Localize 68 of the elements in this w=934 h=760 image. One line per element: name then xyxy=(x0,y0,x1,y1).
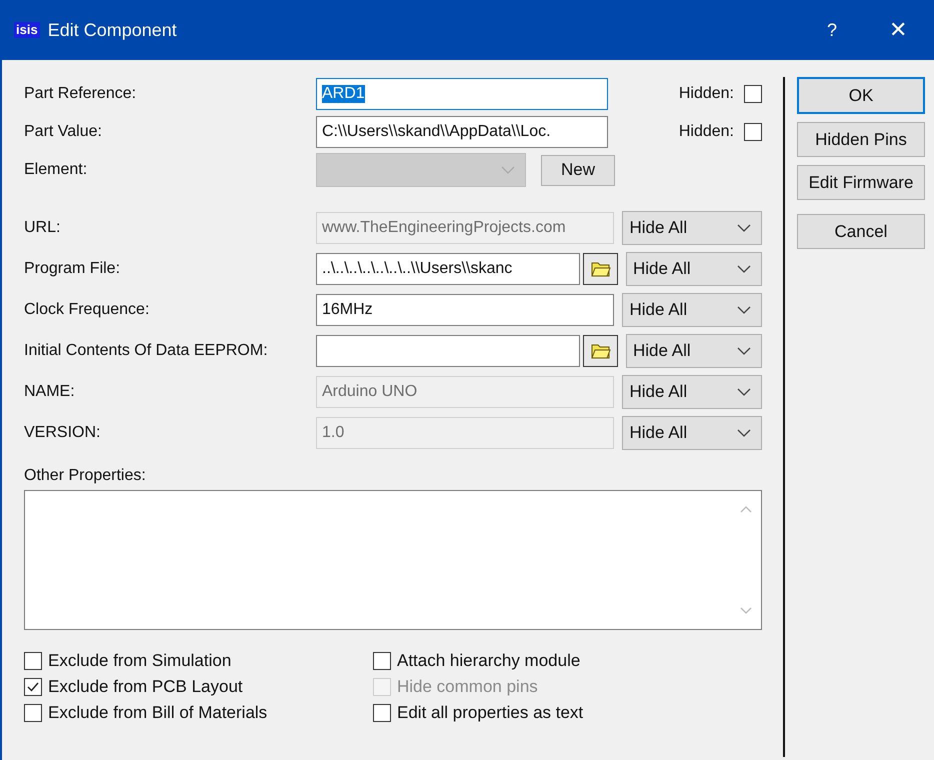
field-label: Program File: xyxy=(24,260,122,278)
field-label: Element: xyxy=(24,161,88,179)
chevron-down-icon xyxy=(737,346,751,354)
checkbox-label: Edit all properties as text xyxy=(397,703,584,723)
close-button[interactable]: ✕ xyxy=(862,17,934,43)
file-path-field[interactable]: ..\..\..\..\..\..\..\\Users\\skanc xyxy=(316,252,580,284)
field-label: Part Reference: xyxy=(24,85,138,103)
checkbox-label: Exclude from Simulation xyxy=(48,651,232,671)
chevron-down-icon xyxy=(737,306,751,314)
checkbox[interactable] xyxy=(744,123,762,141)
scroll-up-icon xyxy=(740,505,752,513)
dialog-button[interactable]: Hidden Pins xyxy=(797,122,925,157)
checkbox[interactable] xyxy=(24,652,42,670)
text-field[interactable]: C:\\Users\\skand\\AppData\\Loc. xyxy=(316,116,608,148)
checkbox[interactable] xyxy=(24,704,42,722)
hidden-label: Hidden: xyxy=(678,123,734,141)
field-value: Arduino UNO xyxy=(322,382,418,400)
checkbox[interactable] xyxy=(373,652,391,670)
visibility-dropdown[interactable]: Hide All xyxy=(626,252,762,286)
field-label: VERSION: xyxy=(24,424,102,442)
folder-icon xyxy=(590,342,610,360)
app-logo-icon: isis xyxy=(14,22,40,38)
text-field[interactable]: ARD1 xyxy=(316,78,608,110)
browse-button[interactable] xyxy=(583,334,618,366)
field-label: URL: xyxy=(24,218,62,236)
help-button[interactable]: ? xyxy=(802,20,862,40)
field-value: C:\\Users\\skand\\AppData\\Loc. xyxy=(322,123,551,141)
chevron-down-icon xyxy=(737,264,751,272)
dialog-button[interactable]: Edit Firmware xyxy=(797,165,925,200)
chevron-down-icon xyxy=(501,166,515,174)
other-properties-label: Other Properties: xyxy=(24,467,146,485)
visibility-dropdown[interactable]: Hide All xyxy=(622,210,762,244)
dialog-button[interactable]: OK xyxy=(797,77,925,114)
other-properties-field[interactable] xyxy=(24,490,762,630)
chevron-down-icon xyxy=(737,388,751,396)
visibility-dropdown[interactable]: Hide All xyxy=(622,292,762,326)
browse-button[interactable] xyxy=(583,252,618,284)
field-label: Part Value: xyxy=(24,123,103,141)
checkbox-label: Hide common pins xyxy=(397,677,538,697)
field-value: www.TheEngineeringProjects.com xyxy=(322,218,566,236)
folder-icon xyxy=(590,260,610,278)
chevron-down-icon xyxy=(737,224,751,232)
visibility-dropdown[interactable]: Hide All xyxy=(622,416,762,450)
text-field[interactable]: 1.0 xyxy=(316,416,614,448)
chevron-down-icon xyxy=(737,428,751,436)
text-field[interactable]: Arduino UNO xyxy=(316,376,614,408)
hidden-label: Hidden: xyxy=(678,85,734,103)
window-title: Edit Component xyxy=(48,20,178,40)
text-field[interactable]: www.TheEngineeringProjects.com xyxy=(316,212,614,244)
scroll-down-icon xyxy=(740,607,752,615)
dialog-button[interactable]: Cancel xyxy=(797,214,925,249)
checkbox[interactable] xyxy=(373,704,391,722)
checkbox[interactable] xyxy=(24,678,42,696)
visibility-dropdown[interactable]: Hide All xyxy=(622,374,762,408)
checkbox-label: Attach hierarchy module xyxy=(397,651,580,671)
field-value: ..\..\..\..\..\..\..\\Users\\skanc xyxy=(322,260,512,278)
checkbox-label: Exclude from Bill of Materials xyxy=(48,703,268,723)
file-path-field[interactable] xyxy=(316,334,580,366)
checkbox[interactable] xyxy=(744,85,762,103)
field-label: Initial Contents Of Data EEPROM: xyxy=(24,342,269,360)
text-field[interactable]: 16MHz xyxy=(316,294,614,326)
checkbox-label: Exclude from PCB Layout xyxy=(48,677,243,697)
visibility-dropdown[interactable]: Hide All xyxy=(626,334,762,368)
field-value: 1.0 xyxy=(322,424,344,442)
field-value: 16MHz xyxy=(322,300,373,318)
field-value: ARD1 xyxy=(322,85,365,103)
field-label: NAME: xyxy=(24,382,76,400)
field-label: Clock Frequence: xyxy=(24,300,150,318)
